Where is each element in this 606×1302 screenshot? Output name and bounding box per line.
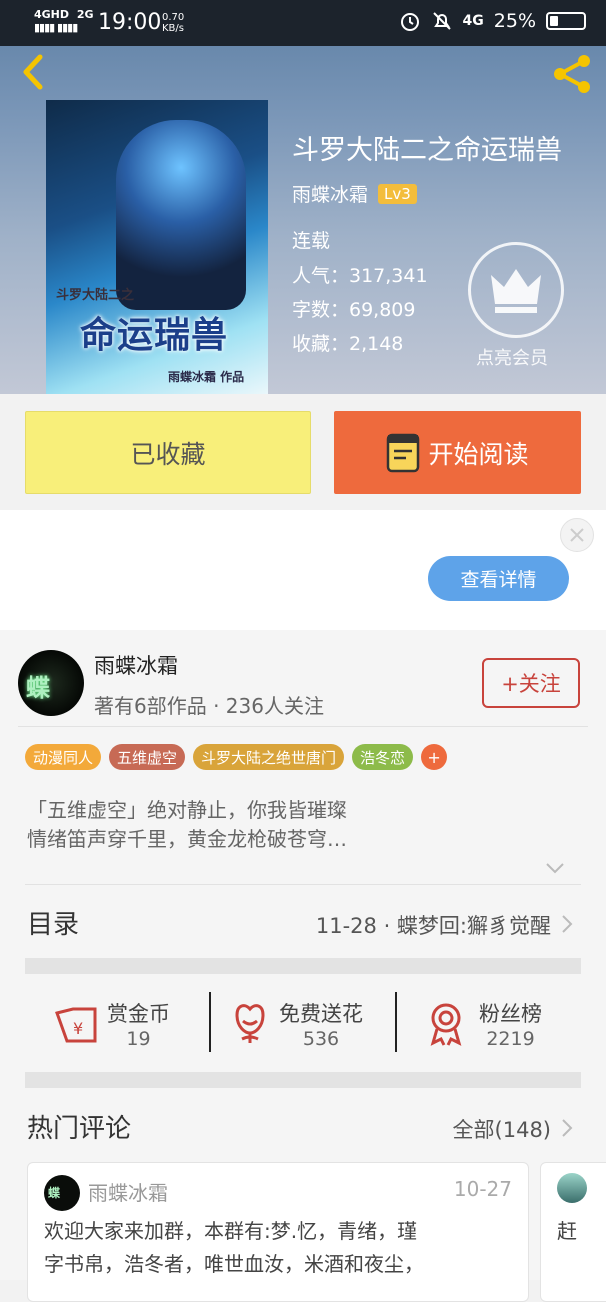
fan-ranking-stat[interactable]: 粉丝榜 2219 — [425, 976, 542, 1072]
tag-more-button[interactable]: + — [421, 744, 448, 770]
stat-value: 19 — [126, 1028, 151, 1050]
medal-icon — [430, 1003, 462, 1046]
book-favorites: 收藏：2,148 — [292, 333, 404, 355]
book-actions: 已收藏 开始阅读 — [0, 394, 606, 510]
network-4g-label: 4GHD — [34, 8, 70, 21]
book-popularity: 人气：317,341 — [292, 265, 428, 287]
comment-body: 赶 — [557, 1219, 577, 1243]
divider — [25, 884, 581, 885]
book-status: 连载 — [292, 230, 331, 252]
speed-value: 0.70 — [162, 12, 185, 23]
reward-coins-stat[interactable]: ¥ 赏金币 19 — [53, 976, 170, 1072]
share-icon[interactable] — [548, 50, 596, 98]
tag-item[interactable]: 斗罗大陆之绝世唐门 — [193, 744, 345, 770]
stat-separator — [209, 992, 211, 1052]
start-reading-button[interactable]: 开始阅读 — [334, 411, 581, 494]
comment-card[interactable]: 蝶 雨蝶冰霜 10-27 欢迎大家来加群，本群有:梦.忆，青绪，瑾 字书帛，浩冬… — [27, 1162, 529, 1302]
vip-crown-button[interactable] — [468, 242, 564, 338]
author-avatar[interactable]: 蝶 — [18, 650, 84, 716]
book-cover[interactable]: 斗罗大陆二之 命运瑞兽 雨蝶冰霜 作品 — [46, 100, 268, 394]
coin-envelope-icon: ¥ — [55, 1007, 97, 1043]
close-icon — [570, 528, 584, 542]
book-title: 斗罗大陆二之命运瑞兽 — [292, 135, 562, 166]
hot-comments-title: 热门评论 — [27, 1114, 132, 1144]
cover-title-text: 命运瑞兽 — [80, 314, 229, 356]
vip-label[interactable]: 点亮会员 — [476, 344, 548, 370]
comment-card[interactable]: 赶 — [540, 1162, 606, 1302]
toc-title: 目录 — [27, 910, 80, 940]
speed-unit: KB/s — [162, 23, 184, 34]
stat-label: 赏金币 — [107, 1002, 170, 1026]
favorited-button[interactable]: 已收藏 — [25, 411, 311, 494]
status-right: 4G 25% — [399, 10, 586, 32]
comment-line: 欢迎大家来加群，本群有:梦.忆，青绪，瑾 — [44, 1219, 418, 1243]
signal-4g-label: 4G — [462, 13, 484, 29]
cover-series-text: 斗罗大陆二之 — [56, 288, 135, 303]
crown-icon — [491, 269, 541, 313]
author-card-name[interactable]: 雨蝶冰霜 — [94, 650, 178, 680]
section-separator — [25, 1072, 581, 1088]
tag-item[interactable]: 浩冬恋 — [352, 744, 414, 770]
alarm-icon — [400, 13, 419, 31]
flower-icon — [235, 1004, 265, 1043]
network-speed: 0.70 KB/s — [162, 12, 184, 34]
back-chevron-left-icon[interactable] — [14, 52, 54, 92]
hot-comments-header: 热门评论 全部(148) — [27, 1104, 581, 1154]
chevron-right-icon — [562, 915, 573, 933]
comment-author[interactable]: 雨蝶冰霜 — [88, 1177, 168, 1206]
toc-latest-chapter: 11-28 · 蝶梦回:獬豸觉醒 — [315, 914, 551, 938]
stats-row: ¥ 赏金币 19 免费送花 536 粉丝榜 2219 — [25, 976, 581, 1072]
book-hero: 4GHD 2G ▮▮▮▮ ▮▮▮▮ 19:00 0.70 KB/s 4G 25%… — [0, 0, 606, 394]
stat-label: 免费送花 — [279, 1002, 363, 1026]
author-card-subtitle: 著有6部作品 · 236人关注 — [94, 694, 324, 718]
all-comments-link[interactable]: 全部(148) — [453, 1114, 551, 1144]
tag-item[interactable]: 动漫同人 — [25, 744, 102, 770]
ad-banner: 查看详情 — [0, 510, 606, 630]
network-indicator: 4GHD 2G ▮▮▮▮ ▮▮▮▮ — [34, 8, 94, 34]
ad-close-button[interactable] — [560, 518, 594, 552]
description-line: 情绪笛声穿千里，黄金龙枪破苍穹… — [27, 827, 347, 851]
start-reading-label: 开始阅读 — [428, 439, 529, 469]
stat-value: 2219 — [486, 1028, 535, 1050]
book-author[interactable]: 雨蝶冰霜 — [292, 180, 368, 207]
divider — [18, 726, 588, 727]
status-time: 19:00 — [98, 10, 162, 35]
cover-figure — [116, 120, 246, 310]
book-word-count: 字数：69,809 — [292, 299, 416, 321]
battery-percent: 25% — [493, 10, 536, 32]
section-separator — [25, 958, 581, 974]
book-description[interactable]: 「五维虚空」绝对静止，你我皆璀璨 情绪笛声穿千里，黄金龙枪破苍穹… — [27, 796, 572, 854]
chevron-right-icon[interactable] — [561, 1118, 573, 1138]
network-2g-label: 2G — [76, 8, 94, 21]
status-bar: 4GHD 2G ▮▮▮▮ ▮▮▮▮ 19:00 0.70 KB/s 4G 25% — [0, 0, 606, 46]
comment-avatar[interactable]: 蝶 — [44, 1175, 80, 1211]
cover-author-text: 雨蝶冰霜 作品 — [168, 370, 245, 384]
comment-body: 欢迎大家来加群，本群有:梦.忆，青绪，瑾 字书帛，浩冬者，唯世血汝，米酒和夜尘， — [44, 1215, 514, 1281]
book-author-row: 雨蝶冰霜 Lv3 — [292, 180, 417, 207]
comment-date: 10-27 — [453, 1177, 512, 1201]
description-line: 「五维虚空」绝对静止，你我皆璀璨 — [27, 798, 347, 822]
stat-separator — [395, 992, 397, 1052]
avatar-text: 蝶 — [26, 673, 50, 702]
author-level-badge: Lv3 — [378, 183, 417, 204]
svg-text:¥: ¥ — [73, 1019, 83, 1038]
avatar-text: 蝶 — [48, 1186, 61, 1200]
book-icon — [387, 433, 420, 472]
tag-list: 动漫同人 五维虚空 斗罗大陆之绝世唐门 浩冬恋 + — [25, 744, 448, 770]
follow-button[interactable]: +关注 — [482, 658, 580, 708]
ad-details-button[interactable]: 查看详情 — [428, 556, 569, 601]
battery-icon — [546, 12, 586, 30]
expand-chevron-down-icon[interactable] — [545, 862, 565, 874]
free-flowers-stat[interactable]: 免费送花 536 — [229, 976, 363, 1072]
book-detail-content: 蝶 雨蝶冰霜 著有6部作品 · 236人关注 +关注 动漫同人 五维虚空 斗罗大… — [0, 630, 606, 1302]
comment-line: 字书帛，浩冬者，唯世血汝，米酒和夜尘， — [44, 1252, 424, 1276]
stat-value: 536 — [302, 1028, 340, 1050]
comment-avatar — [557, 1173, 587, 1203]
mute-bell-icon — [432, 12, 451, 30]
stat-label: 粉丝榜 — [479, 1002, 542, 1026]
tag-item[interactable]: 五维虚空 — [109, 744, 186, 770]
table-of-contents-row[interactable]: 目录 11-28 · 蝶梦回:獬豸觉醒 — [27, 900, 581, 958]
